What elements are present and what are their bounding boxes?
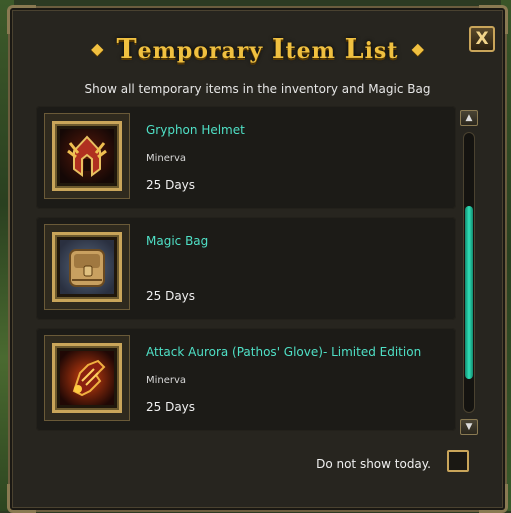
scroll-down-button[interactable]: ▼ <box>460 419 478 435</box>
scroll-thumb[interactable] <box>465 206 473 379</box>
item-slot <box>44 224 130 310</box>
item-duration: 25 Days <box>146 289 196 303</box>
diamond-icon: ◆ <box>91 39 104 58</box>
item-owner: Minerva <box>146 375 187 386</box>
list-item[interactable]: Magic Bag 25 Days <box>36 217 456 320</box>
item-list: Gryphon Helmet Minerva 25 Days Magic Bag… <box>36 106 456 439</box>
do-not-show-label: Do not show today. <box>316 457 431 471</box>
item-slot <box>44 113 130 199</box>
corner-ornament <box>479 484 508 513</box>
item-frame <box>52 343 122 413</box>
magic-bag-icon <box>60 240 114 294</box>
scroll-track[interactable] <box>463 132 475 413</box>
chevron-down-icon: ▼ <box>465 422 473 432</box>
gryphon-helmet-icon <box>60 129 114 183</box>
chevron-up-icon: ▲ <box>465 113 473 123</box>
item-name: Attack Aurora (Pathos' Glove)- Limited E… <box>146 345 422 359</box>
item-name: Gryphon Helmet <box>146 123 245 137</box>
scroll-up-button[interactable]: ▲ <box>460 110 478 126</box>
dialog-title: Temporary Item List <box>116 34 399 65</box>
dialog-header: ◆ Temporary Item List ◆ <box>10 34 505 65</box>
corner-ornament <box>7 484 36 513</box>
item-duration: 25 Days <box>146 400 196 414</box>
close-button[interactable]: X <box>469 26 495 52</box>
item-owner: Minerva <box>146 153 187 164</box>
do-not-show-checkbox[interactable] <box>447 450 469 472</box>
item-name: Magic Bag <box>146 234 209 248</box>
list-item[interactable]: Gryphon Helmet Minerva 25 Days <box>36 106 456 209</box>
glove-icon <box>60 351 114 405</box>
item-frame <box>52 121 122 191</box>
item-frame <box>52 232 122 302</box>
dialog-subtitle: Show all temporary items in the inventor… <box>84 82 431 96</box>
corner-ornament <box>7 5 36 34</box>
item-duration: 25 Days <box>146 178 196 192</box>
item-slot <box>44 335 130 421</box>
scrollbar[interactable]: ▲ ▼ <box>460 110 478 435</box>
temporary-item-list-dialog: ◆ Temporary Item List ◆ X Show all tempo… <box>7 5 508 513</box>
diamond-icon: ◆ <box>411 39 424 58</box>
list-item[interactable]: Attack Aurora (Pathos' Glove)- Limited E… <box>36 328 456 431</box>
